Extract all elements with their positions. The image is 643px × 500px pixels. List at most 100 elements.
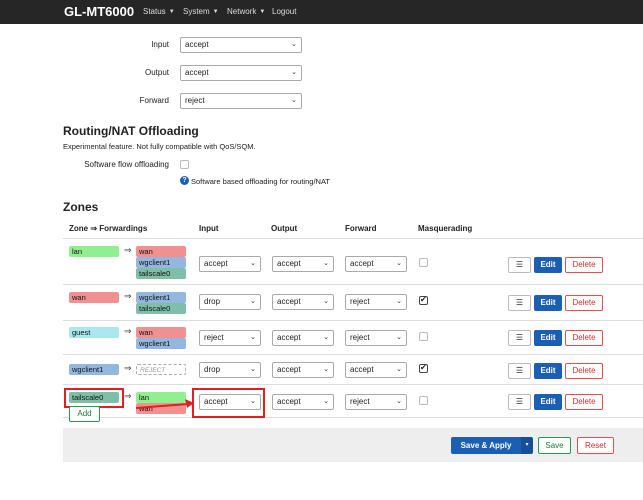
zone-input-select[interactable]: drop ⌄ bbox=[199, 362, 261, 378]
zone-row-lan: lan ⇒ wan wgclient1 tailscale0 accept ⌄ a… bbox=[63, 238, 643, 284]
zone-forward-select[interactable]: reject ⌄ bbox=[345, 330, 407, 346]
default-input-select[interactable]: accept ⌄ bbox=[180, 37, 302, 53]
annotation-highlight-zone bbox=[64, 388, 124, 408]
edit-zone-button[interactable]: Edit bbox=[534, 330, 562, 346]
chevron-down-icon: ⌄ bbox=[396, 334, 402, 341]
nav-system-menu[interactable]: System ▼ bbox=[183, 7, 219, 16]
chevron-down-icon: ⌄ bbox=[323, 366, 329, 373]
forward-arrow-icon: ⇒ bbox=[124, 245, 132, 255]
zone-forward-select[interactable]: reject ⌄ bbox=[345, 294, 407, 310]
chevron-down-icon[interactable]: ▾ bbox=[521, 437, 533, 454]
save-button[interactable]: Save bbox=[538, 437, 571, 454]
chevron-down-icon: ⌄ bbox=[291, 69, 297, 76]
forward-badge-reject: REJECT bbox=[136, 364, 186, 375]
zone-output-select[interactable]: accept ⌄ bbox=[272, 256, 334, 272]
edit-zone-button[interactable]: Edit bbox=[534, 394, 562, 410]
zone-row-guest: guest ⇒ wan wgclient1 reject ⌄ accept ⌄ re… bbox=[63, 320, 643, 354]
delete-zone-button[interactable]: Delete bbox=[565, 295, 603, 311]
drag-handle-button[interactable]: ☰ bbox=[508, 257, 531, 273]
drag-handle-button[interactable]: ☰ bbox=[508, 394, 531, 410]
zone-output-select[interactable]: accept ⌄ bbox=[272, 394, 334, 410]
drag-handle-button[interactable]: ☰ bbox=[508, 295, 531, 311]
reset-button[interactable]: Reset bbox=[577, 437, 614, 454]
edit-zone-button[interactable]: Edit bbox=[534, 257, 562, 273]
zone-input-select[interactable]: drop ⌄ bbox=[199, 294, 261, 310]
nav-network-menu[interactable]: Network ▼ bbox=[227, 7, 265, 16]
zone-badge-wgclient1: wgclient1 bbox=[69, 364, 119, 375]
sw-offload-help-text: Software based offloading for routing/NA… bbox=[191, 177, 330, 186]
chevron-down-icon: ⌄ bbox=[323, 398, 329, 405]
help-icon: ? bbox=[180, 176, 189, 185]
chevron-down-icon: ⌄ bbox=[250, 334, 256, 341]
edit-zone-button[interactable]: Edit bbox=[534, 295, 562, 311]
drag-handle-button[interactable]: ☰ bbox=[508, 330, 531, 346]
chevron-down-icon: ⌄ bbox=[291, 41, 297, 48]
zone-badge-lan: lan bbox=[69, 246, 119, 257]
forward-badge-wgclient1: wgclient1 bbox=[136, 292, 186, 303]
zone-output-select[interactable]: accept ⌄ bbox=[272, 362, 334, 378]
delete-zone-button[interactable]: Delete bbox=[565, 394, 603, 410]
forward-badge-wgclient1: wgclient1 bbox=[136, 257, 186, 268]
masquerading-checkbox[interactable] bbox=[419, 396, 428, 405]
zone-input-select[interactable]: reject ⌄ bbox=[199, 330, 261, 346]
add-zone-button[interactable]: Add bbox=[69, 406, 100, 422]
save-apply-button[interactable]: Save & Apply bbox=[451, 437, 521, 454]
masquerading-checkbox[interactable] bbox=[419, 363, 428, 373]
zone-row-wan: wan ⇒ wgclient1 tailscale0 drop ⌄ accept ⌄… bbox=[63, 284, 643, 320]
zone-forward-select[interactable]: accept ⌄ bbox=[345, 362, 407, 378]
annotation-highlight-input bbox=[192, 388, 265, 418]
masquerading-checkbox[interactable] bbox=[419, 258, 428, 267]
forward-badge-wan: wan bbox=[136, 246, 186, 257]
zone-row-wgclient1: wgclient1 ⇒ REJECT drop ⌄ accept ⌄ accept ⌄… bbox=[63, 354, 643, 384]
chevron-down-icon: ⌄ bbox=[250, 298, 256, 305]
edit-zone-button[interactable]: Edit bbox=[534, 363, 562, 379]
zone-badge-guest: guest bbox=[69, 327, 119, 338]
zone-output-select[interactable]: accept ⌄ bbox=[272, 330, 334, 346]
default-input-label: Input bbox=[151, 40, 169, 49]
delete-zone-button[interactable]: Delete bbox=[565, 330, 603, 346]
forward-arrow-icon: ⇒ bbox=[124, 391, 132, 401]
zones-section-title: Zones bbox=[63, 200, 99, 214]
chevron-down-icon: ⌄ bbox=[396, 366, 402, 373]
forward-arrow-icon: ⇒ bbox=[124, 326, 132, 336]
zone-badge-wan: wan bbox=[69, 292, 119, 303]
delete-zone-button[interactable]: Delete bbox=[565, 257, 603, 273]
forward-badge-wan: wan bbox=[136, 327, 186, 338]
forward-arrow-icon: ⇒ bbox=[124, 363, 132, 373]
masquerading-checkbox[interactable] bbox=[419, 295, 428, 305]
sw-offload-checkbox[interactable] bbox=[180, 160, 189, 169]
chevron-down-icon: ▼ bbox=[168, 9, 175, 15]
forward-badge-wgclient1: wgclient1 bbox=[136, 338, 186, 349]
zone-input-select[interactable]: accept ⌄ bbox=[199, 256, 261, 272]
chevron-down-icon: ▼ bbox=[212, 9, 219, 15]
offloading-description: Experimental feature. Not fully compatib… bbox=[63, 142, 256, 151]
chevron-down-icon: ⌄ bbox=[323, 260, 329, 267]
chevron-down-icon: ⌄ bbox=[396, 260, 402, 267]
default-output-label: Output bbox=[144, 68, 169, 77]
chevron-down-icon: ⌄ bbox=[291, 97, 297, 104]
brand-logo[interactable]: GL-MT6000 bbox=[64, 4, 134, 19]
default-forward-label: Forward bbox=[139, 96, 169, 105]
default-output-select[interactable]: accept ⌄ bbox=[180, 65, 302, 81]
nav-logout-link[interactable]: Logout bbox=[272, 7, 296, 16]
input-header: Input bbox=[199, 224, 219, 233]
sw-offload-label: Software flow offloading bbox=[84, 160, 169, 169]
annotation-arrow-icon bbox=[135, 399, 194, 409]
offloading-section-title: Routing/NAT Offloading bbox=[63, 124, 199, 138]
drag-handle-button[interactable]: ☰ bbox=[508, 363, 531, 379]
zone-forward-select[interactable]: accept ⌄ bbox=[345, 256, 407, 272]
zone-forwardings-header: Zone ⇒ Forwardings bbox=[69, 224, 148, 233]
output-header: Output bbox=[271, 224, 298, 233]
default-forward-select[interactable]: reject ⌄ bbox=[180, 93, 302, 109]
chevron-down-icon: ⌄ bbox=[323, 334, 329, 341]
forward-badge-tailscale0: tailscale0 bbox=[136, 268, 186, 279]
zone-output-select[interactable]: accept ⌄ bbox=[272, 294, 334, 310]
masquerading-checkbox[interactable] bbox=[419, 332, 428, 341]
top-navbar: GL-MT6000 Status ▼ System ▼ Network ▼ Logou… bbox=[0, 0, 643, 24]
chevron-down-icon: ⌄ bbox=[396, 398, 402, 405]
nav-status-menu[interactable]: Status ▼ bbox=[143, 7, 175, 16]
chevron-down-icon: ⌄ bbox=[250, 260, 256, 267]
zone-forward-select[interactable]: reject ⌄ bbox=[345, 394, 407, 410]
forward-arrow-icon: ⇒ bbox=[124, 291, 132, 301]
delete-zone-button[interactable]: Delete bbox=[565, 363, 603, 379]
